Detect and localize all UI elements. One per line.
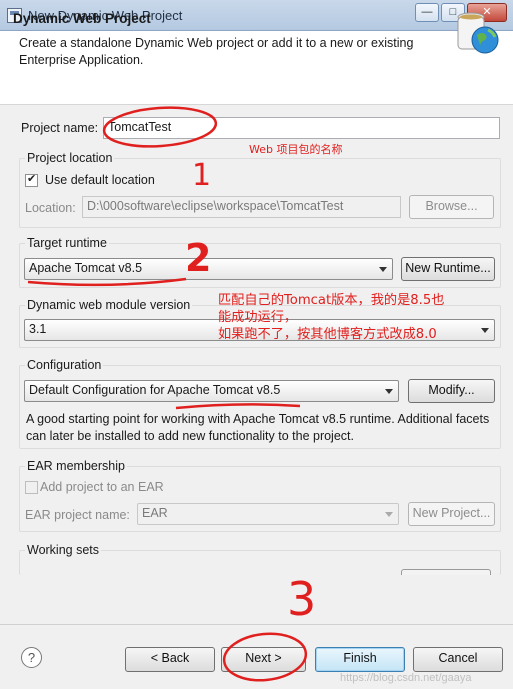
annotation-tomcat-note-line3: 如果跑不了，按其他博客方式改成8.0	[218, 327, 437, 342]
annotation-tomcat-note-line1: 匹配自己的Tomcat版本，我的是8.5也	[218, 293, 445, 308]
annotation-web-name: Web 项目包的名称	[249, 143, 343, 156]
annotation-step-1: 1	[192, 158, 212, 193]
annotation-underline-runtime	[27, 277, 187, 287]
annotation-step-3: 3	[287, 572, 317, 626]
annotation-tomcat-note: 匹配自己的Tomcat版本，我的是8.5也 能成功运行， 如果跑不了，按其他博客…	[218, 292, 444, 343]
annotation-circle-project-name	[102, 106, 218, 148]
annotation-overlay	[27, 106, 308, 682]
annotation-underline-configuration	[175, 403, 301, 410]
annotation-circle-next	[222, 632, 308, 682]
annotation-step-2: 2	[185, 236, 212, 280]
annotation-tomcat-note-line2: 能成功运行，	[218, 310, 298, 325]
